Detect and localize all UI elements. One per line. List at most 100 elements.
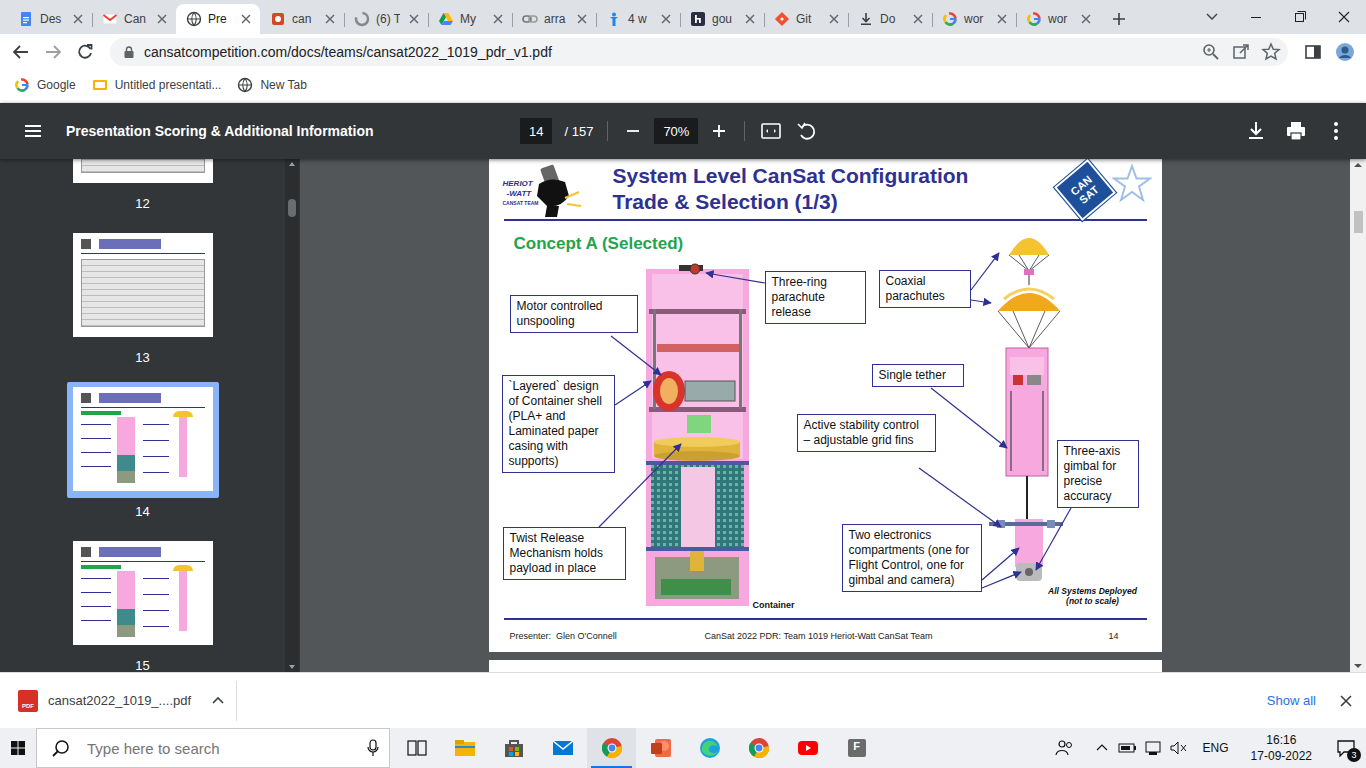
concept-heading: Concept A (Selected): [514, 234, 684, 254]
gmail-icon: [102, 11, 118, 27]
graphic-part: [522, 11, 538, 27]
page-number-field[interactable]: 14: [520, 118, 552, 144]
close-icon[interactable]: [658, 11, 674, 27]
chevron-up-icon[interactable]: [210, 693, 226, 709]
page-scrollbar[interactable]: [1350, 159, 1366, 672]
bookmark[interactable]: Google: [14, 77, 76, 93]
profile-button[interactable]: [1330, 37, 1360, 67]
star-icon[interactable]: [1260, 41, 1282, 63]
zoom-out-icon[interactable]: [622, 120, 644, 142]
close-icon[interactable]: [574, 11, 590, 27]
sidebar-scrollbar[interactable]: [285, 159, 299, 672]
browser-tab[interactable]: wor: [932, 4, 1016, 34]
taskbar-app[interactable]: [489, 728, 538, 768]
browser-tab[interactable]: wor: [1016, 4, 1100, 34]
taskbar-app[interactable]: F: [832, 728, 881, 768]
close-icon[interactable]: [490, 11, 506, 27]
taskbar-app[interactable]: [636, 728, 685, 768]
taskbar-app[interactable]: [783, 728, 832, 768]
rotate-icon[interactable]: [795, 119, 819, 143]
close-icon[interactable]: [238, 11, 254, 27]
thumbnail[interactable]: 12: [67, 159, 219, 228]
download-item[interactable]: PDFcansat2022_1019_....pdf: [18, 681, 237, 721]
search-input[interactable]: [85, 739, 351, 758]
tab-label: can: [292, 12, 316, 26]
language-indicator[interactable]: ENG: [1195, 741, 1237, 755]
thumbnail[interactable]: 14: [67, 382, 219, 536]
browser-tab[interactable]: Can: [92, 4, 176, 34]
taskbar-app[interactable]: [440, 728, 489, 768]
back-arrow-button[interactable]: [6, 37, 36, 67]
task-view-icon[interactable]: [394, 728, 440, 768]
battery-icon[interactable]: [1117, 739, 1137, 757]
taskbar-app[interactable]: [685, 728, 734, 768]
fit-page-icon[interactable]: [759, 119, 783, 143]
download-icon[interactable]: [1242, 117, 1270, 145]
clock[interactable]: 16:1617-09-2022: [1243, 732, 1320, 764]
close-icon[interactable]: [70, 11, 86, 27]
close-icon[interactable]: [826, 11, 842, 27]
share-icon[interactable]: [1230, 41, 1252, 63]
browser-tab[interactable]: Des: [8, 4, 92, 34]
graphic-part: [700, 738, 720, 758]
windows-start-icon[interactable]: [0, 728, 36, 768]
browser-tab[interactable]: Git: [764, 4, 848, 34]
close-icon[interactable]: [1078, 11, 1094, 27]
taskbar-app[interactable]: [538, 728, 587, 768]
graphic-part: [23, 17, 29, 18]
close-icon[interactable]: [322, 11, 338, 27]
thumbnail[interactable]: 15: [67, 536, 219, 672]
graphic-part: [102, 11, 118, 27]
zoom-field[interactable]: 70%: [654, 118, 698, 144]
taskbar-app[interactable]: [587, 728, 636, 768]
browser-tab[interactable]: My: [428, 4, 512, 34]
restore-icon[interactable]: [1278, 0, 1322, 34]
graphic-part: [919, 468, 1001, 527]
graphic-part: [646, 547, 749, 551]
address-bar[interactable]: cansatcompetition.com/docs/teams/cansat2…: [110, 38, 1288, 66]
graphic-part: [79, 46, 91, 58]
browser-tab[interactable]: arra: [512, 4, 596, 34]
network-icon[interactable]: [1143, 739, 1163, 757]
taskbar-app[interactable]: [734, 728, 783, 768]
browser-tab[interactable]: 4 w: [596, 4, 680, 34]
print-icon[interactable]: [1282, 117, 1310, 145]
close-icon[interactable]: [994, 11, 1010, 27]
scrollbar-thumb[interactable]: [288, 199, 296, 217]
new-tab-button[interactable]: [1104, 4, 1134, 34]
hamburger-menu-icon[interactable]: [20, 118, 46, 144]
volume-muted-icon[interactable]: [1169, 739, 1189, 757]
close-shelf-icon[interactable]: [1328, 683, 1364, 719]
badge-block: CANSAT: [1054, 159, 1116, 220]
bookmark[interactable]: Untitled presentati...: [92, 77, 222, 93]
graphic-part: [1034, 18, 1040, 20]
browser-tab[interactable]: can: [260, 4, 344, 34]
chevron-down-icon[interactable]: [1190, 0, 1234, 34]
chevron-up-icon[interactable]: [1093, 739, 1111, 757]
forward-arrow-button[interactable]: [38, 37, 68, 67]
taskbar-search[interactable]: [36, 728, 390, 768]
close-icon[interactable]: [154, 11, 170, 27]
graphic-part: [755, 745, 762, 752]
side-panel-button[interactable]: [1298, 37, 1328, 67]
close-icon[interactable]: [910, 11, 926, 27]
browser-tab[interactable]: gou: [680, 4, 764, 34]
close-icon[interactable]: [742, 11, 758, 27]
tab-label: Do: [880, 12, 904, 26]
notification-button[interactable]: 3: [1326, 728, 1366, 768]
minimize-icon[interactable]: [1234, 0, 1278, 34]
show-all-button[interactable]: Show all: [1255, 685, 1328, 716]
more-options-icon[interactable]: [1322, 117, 1350, 145]
close-icon[interactable]: [406, 11, 422, 27]
browser-tab[interactable]: (6) T: [344, 4, 428, 34]
zoom-icon[interactable]: [1200, 41, 1222, 63]
zoom-in-icon[interactable]: [708, 120, 730, 142]
bookmark[interactable]: New Tab: [237, 77, 306, 93]
browser-tab[interactable]: Do: [848, 4, 932, 34]
scrollbar-thumb[interactable]: [1354, 211, 1363, 233]
browser-tab[interactable]: Pre: [176, 4, 260, 34]
close-window-icon[interactable]: [1322, 0, 1366, 34]
thumbnail[interactable]: 13: [67, 228, 219, 382]
reload-button[interactable]: [70, 37, 100, 67]
people-icon[interactable]: [1053, 736, 1077, 760]
